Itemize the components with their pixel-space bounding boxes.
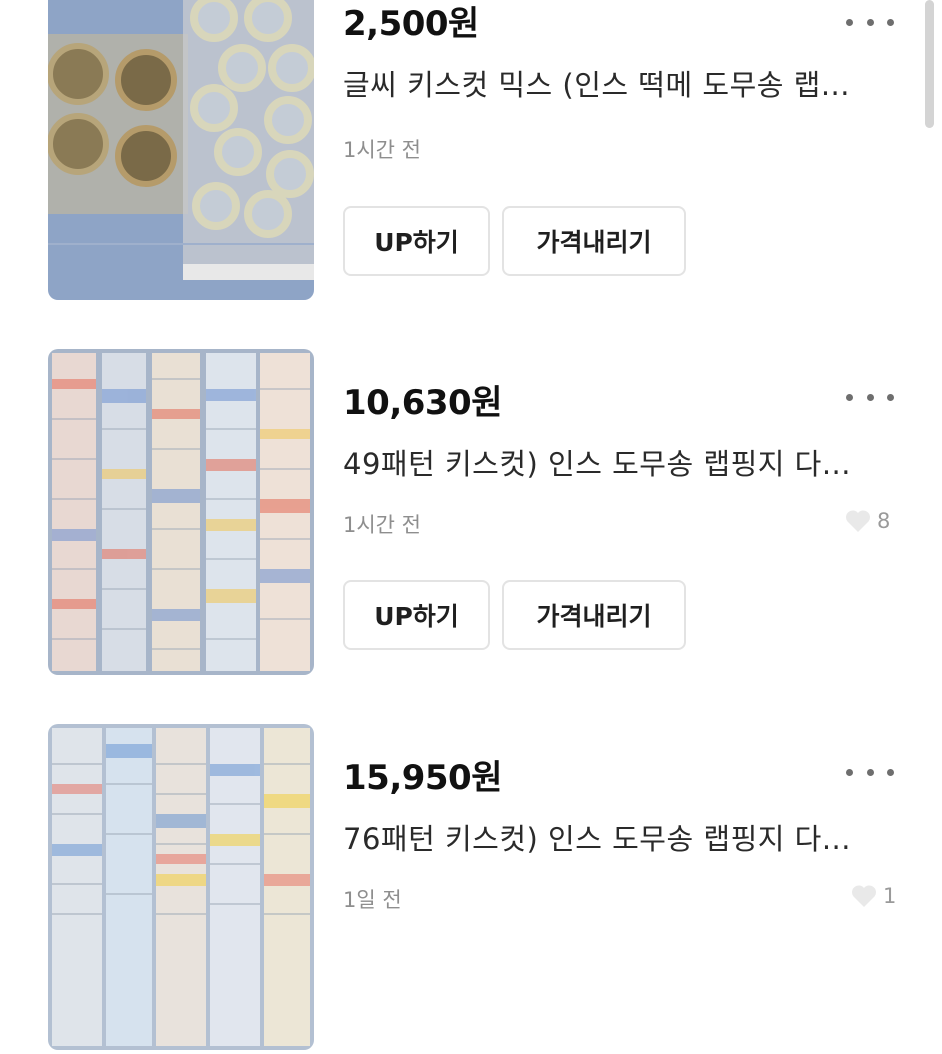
like-count[interactable]: 1 [851, 884, 896, 908]
up-button[interactable]: UP하기 [343, 580, 490, 650]
listing-item[interactable]: 2,500원 글씨 키스컷 믹스 (인스 떡메 도무송 랩... 1시간 전 U… [0, 0, 942, 304]
listing-title[interactable]: 76패턴 키스컷) 인스 도무송 랩핑지 다... [343, 816, 851, 858]
listing-time: 1시간 전 [343, 138, 421, 162]
listing-price: 2,500원 [343, 4, 479, 44]
listing-item[interactable]: 10,630원 49패턴 키스컷) 인스 도무송 랩핑지 다... 1시간 전 … [0, 349, 942, 679]
more-options-icon[interactable] [846, 8, 894, 36]
listing-price: 15,950원 [343, 758, 502, 798]
product-photo [48, 349, 314, 675]
listing-time: 1일 전 [343, 888, 402, 912]
more-options-icon[interactable] [846, 383, 894, 411]
heart-icon [845, 510, 871, 532]
more-options-icon[interactable] [846, 758, 894, 786]
listing-time: 1시간 전 [343, 513, 421, 537]
like-count-value: 8 [877, 509, 891, 533]
lower-price-button[interactable]: 가격내리기 [502, 580, 686, 650]
like-count-value: 1 [883, 884, 897, 908]
listing-price: 10,630원 [343, 383, 502, 423]
lower-price-button[interactable]: 가격내리기 [502, 206, 686, 276]
product-photo [48, 0, 314, 300]
listing-item[interactable]: 15,950원 76패턴 키스컷) 인스 도무송 랩핑지 다... 1일 전 1 [0, 724, 942, 1054]
listing-title[interactable]: 글씨 키스컷 믹스 (인스 떡메 도무송 랩... [343, 62, 850, 104]
listing-thumbnail[interactable] [48, 349, 314, 675]
listing-thumbnail[interactable] [48, 0, 314, 300]
product-photo [48, 724, 314, 1050]
up-button[interactable]: UP하기 [343, 206, 490, 276]
heart-icon [851, 885, 877, 907]
listing-title[interactable]: 49패턴 키스컷) 인스 도무송 랩핑지 다... [343, 441, 851, 483]
listing-thumbnail[interactable] [48, 724, 314, 1050]
like-count[interactable]: 8 [845, 509, 890, 533]
